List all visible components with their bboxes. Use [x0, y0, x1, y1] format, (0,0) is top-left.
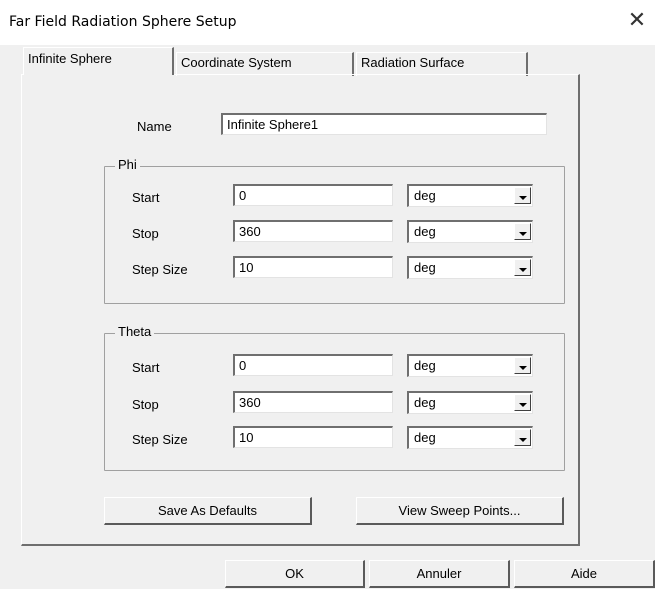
tab-label: Infinite Sphere	[28, 51, 112, 66]
chevron-down-icon[interactable]	[514, 394, 531, 411]
phi-step-label: Step Size	[132, 262, 188, 277]
close-icon[interactable]: ✕	[626, 10, 648, 32]
dialog-window: Far Field Radiation Sphere Setup ✕ Infin…	[0, 0, 655, 589]
tab-panel	[21, 74, 580, 546]
tab-label: Coordinate System	[181, 55, 292, 70]
theta-start-label: Start	[132, 360, 160, 375]
name-label: Name	[137, 119, 172, 134]
theta-start-unit-select[interactable]: deg	[407, 354, 533, 377]
phi-step-value: 10	[239, 260, 254, 275]
chevron-down-icon[interactable]	[514, 223, 531, 240]
phi-stop-unit: deg	[414, 224, 436, 239]
chevron-down-icon[interactable]	[514, 187, 531, 204]
phi-stop-label: Stop	[132, 226, 159, 241]
theta-stop-input[interactable]: 360	[233, 391, 393, 413]
theta-start-input[interactable]: 0	[233, 354, 393, 376]
title-bar: Far Field Radiation Sphere Setup ✕	[0, 0, 655, 45]
theta-stop-unit-select[interactable]: deg	[407, 391, 533, 414]
tab-radiation-surface[interactable]: Radiation Surface	[356, 52, 528, 76]
phi-start-unit: deg	[414, 188, 436, 203]
phi-start-label: Start	[132, 190, 160, 205]
chevron-down-icon[interactable]	[514, 429, 531, 446]
phi-start-value: 0	[239, 188, 247, 203]
theta-stop-label: Stop	[132, 397, 159, 412]
chevron-down-icon[interactable]	[514, 259, 531, 276]
tab-coordinate-system[interactable]: Coordinate System	[176, 52, 354, 76]
theta-step-unit-select[interactable]: deg	[407, 426, 533, 449]
phi-step-unit-select[interactable]: deg	[407, 256, 533, 279]
window-title: Far Field Radiation Sphere Setup	[9, 14, 237, 30]
phi-stop-value: 360	[239, 224, 261, 239]
name-input-value: Infinite Sphere1	[227, 117, 319, 132]
save-as-defaults-button[interactable]: Save As Defaults	[104, 497, 312, 525]
theta-stop-value: 360	[239, 395, 261, 410]
phi-step-input[interactable]: 10	[233, 256, 393, 278]
ok-button[interactable]: OK	[225, 560, 365, 588]
phi-step-unit: deg	[414, 260, 436, 275]
phi-stop-input[interactable]: 360	[233, 220, 393, 242]
phi-start-unit-select[interactable]: deg	[407, 184, 533, 207]
theta-step-value: 10	[239, 430, 254, 445]
theta-step-label: Step Size	[132, 432, 188, 447]
phi-stop-unit-select[interactable]: deg	[407, 220, 533, 243]
tab-label: Radiation Surface	[361, 55, 465, 70]
theta-stop-unit: deg	[414, 395, 436, 410]
phi-group-title: Phi	[115, 157, 140, 172]
name-input[interactable]: Infinite Sphere1	[221, 113, 547, 135]
theta-start-unit: deg	[414, 358, 436, 373]
theta-group-title: Theta	[115, 324, 155, 339]
phi-start-input[interactable]: 0	[233, 184, 393, 206]
chevron-down-icon[interactable]	[514, 357, 531, 374]
theta-start-value: 0	[239, 358, 247, 373]
theta-step-unit: deg	[414, 430, 436, 445]
view-sweep-points-button[interactable]: View Sweep Points...	[356, 497, 564, 525]
help-button[interactable]: Aide	[514, 560, 655, 588]
cancel-button[interactable]: Annuler	[369, 560, 510, 588]
theta-step-input[interactable]: 10	[233, 426, 393, 448]
tab-infinite-sphere[interactable]: Infinite Sphere	[23, 47, 174, 75]
